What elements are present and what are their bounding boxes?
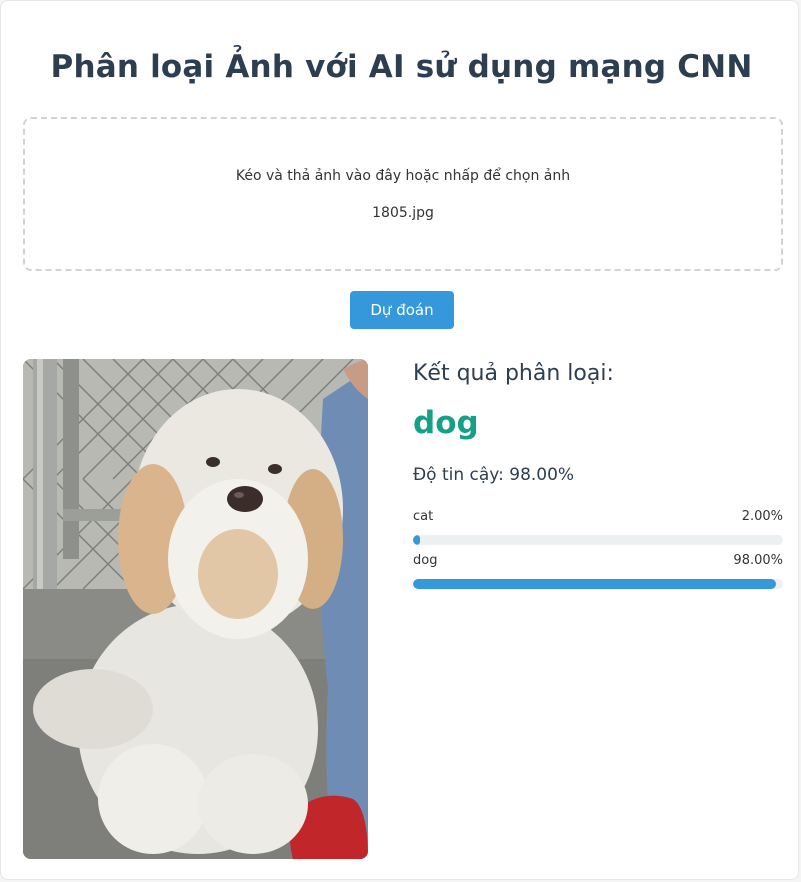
- probability-bar-track: [413, 535, 783, 545]
- class-percent: 2.00%: [741, 509, 783, 524]
- probability-bar-fill: [413, 535, 421, 545]
- confidence-text: Độ tin cậy: 98.00%: [413, 465, 575, 485]
- probability-bar-track: [413, 579, 783, 589]
- predicted-label: dog: [413, 405, 479, 441]
- class-percent: 98.00%: [733, 553, 783, 568]
- predict-button[interactable]: Dự đoán: [350, 291, 454, 329]
- class-name: dog: [413, 553, 438, 568]
- dog-photo: [23, 359, 368, 859]
- image-upload-dropzone[interactable]: Kéo và thả ảnh vào đây hoặc nhấp để chọn…: [23, 117, 783, 271]
- class-name: cat: [413, 509, 434, 524]
- selected-filename: 1805.jpg: [372, 205, 434, 221]
- probability-bar-fill: [413, 579, 776, 589]
- page-title: Phân loại Ảnh với AI sử dụng mạng CNN: [50, 49, 753, 85]
- uploaded-image-preview: [23, 359, 368, 859]
- results-heading: Kết quả phân loại:: [413, 361, 614, 386]
- app-card: Phân loại Ảnh với AI sử dụng mạng CNN Ké…: [0, 0, 799, 880]
- upload-hint: Kéo và thả ảnh vào đây hoặc nhấp để chọn…: [235, 168, 571, 184]
